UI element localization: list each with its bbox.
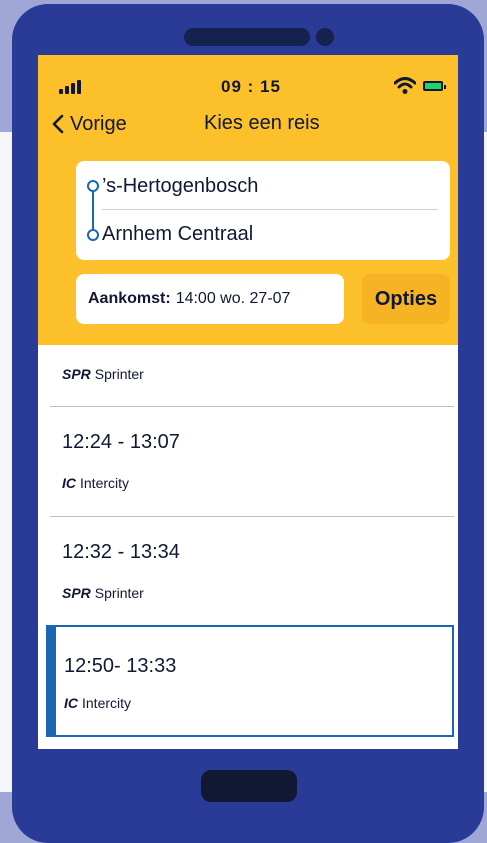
status-bar: 09 : 15 xyxy=(38,77,458,97)
trip-type: SPR Sprinter xyxy=(62,366,144,382)
origin-dot-icon xyxy=(87,180,99,192)
back-label: Vorige xyxy=(70,112,127,135)
trip-time: 12:50- 13:33 xyxy=(64,655,177,677)
phone-screen: 09 : 15 Vorige Kies een reis ’s-Hertogen… xyxy=(38,55,458,749)
trip-type: SPR Sprinter xyxy=(62,585,144,601)
trip-type-code: IC xyxy=(62,475,76,491)
speaker-grille xyxy=(184,28,310,46)
signal-icon xyxy=(59,80,81,94)
arrival-selector[interactable]: Aankomst: 14:00 wo. 27-07 xyxy=(76,274,344,324)
front-camera xyxy=(316,28,334,46)
trip-type-code: IC xyxy=(64,695,78,711)
trip-type-code: SPR xyxy=(62,366,91,382)
arrival-label: Aankomst: xyxy=(88,290,171,307)
chevron-left-icon xyxy=(52,114,64,134)
destination-station[interactable]: Arnhem Centraal xyxy=(102,223,253,246)
route-card[interactable]: ’s-Hertogenbosch Arnhem Centraal xyxy=(76,161,450,260)
header: 09 : 15 Vorige Kies een reis ’s-Hertogen… xyxy=(38,55,458,345)
trip-time: 12:32 - 13:34 xyxy=(62,541,180,563)
back-button[interactable]: Vorige xyxy=(52,110,127,138)
trip-time: 12:24 - 13:07 xyxy=(62,431,180,453)
battery-icon xyxy=(423,81,446,91)
trip-row-2[interactable]: 12:32 - 13:34 SPR Sprinter xyxy=(38,517,458,625)
destination-dot-icon xyxy=(87,229,99,241)
trip-row-1[interactable]: 12:24 - 13:07 IC Intercity xyxy=(38,407,458,515)
navigation-bar: Vorige Kies een reis xyxy=(38,110,458,138)
status-time: 09 : 15 xyxy=(221,77,281,96)
home-button[interactable] xyxy=(201,770,297,802)
arrival-value: 14:00 wo. 27-07 xyxy=(175,290,291,307)
selection-indicator xyxy=(48,627,56,735)
trip-type: IC Intercity xyxy=(62,475,129,491)
trip-row-0[interactable]: SPR Sprinter xyxy=(38,345,458,405)
trip-type-name: Sprinter xyxy=(94,585,144,601)
trip-type: IC Intercity xyxy=(64,695,131,711)
trip-type-name: Intercity xyxy=(80,475,130,491)
trip-type-code: SPR xyxy=(62,585,91,601)
page-title: Kies een reis xyxy=(204,112,320,134)
wifi-icon xyxy=(394,77,416,94)
options-button[interactable]: Opties xyxy=(362,274,450,324)
trip-row-selected[interactable]: 12:50- 13:33 IC Intercity xyxy=(46,625,454,737)
origin-station[interactable]: ’s-Hertogenbosch xyxy=(102,175,258,198)
route-divider xyxy=(102,209,438,210)
trip-type-name: Intercity xyxy=(82,695,132,711)
trip-type-name: Sprinter xyxy=(94,366,144,382)
phone-frame: 09 : 15 Vorige Kies een reis ’s-Hertogen… xyxy=(12,4,484,843)
